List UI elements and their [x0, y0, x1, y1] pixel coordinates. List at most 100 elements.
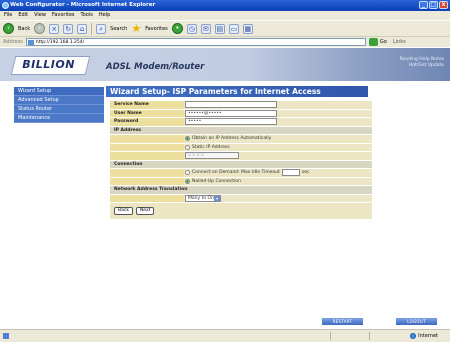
stop-icon[interactable]: × [49, 23, 60, 34]
back-label[interactable]: Back [18, 26, 30, 32]
main-content: Wizard Setup- ISP Parameters for Interne… [106, 86, 436, 219]
logout-button[interactable]: LOGOUT [396, 318, 437, 325]
sidebar-item-advanced-setup[interactable]: Advanced Setup [14, 96, 104, 105]
connect-on-demand-row: Connect on Demand: Max Idle Timeout sec [110, 169, 372, 178]
service-name-label: Service Name [110, 101, 184, 109]
nat-select-value: Many to One [188, 195, 217, 201]
connect-on-demand-cell: Connect on Demand: Max Idle Timeout sec [184, 169, 372, 177]
ip-static-label: Static IP Address [192, 144, 230, 150]
wizard-buttons: Back Next [110, 203, 372, 219]
globe-icon [410, 333, 417, 339]
connect-on-demand-radio[interactable] [185, 170, 190, 176]
minimize-button[interactable]: _ [419, 1, 428, 9]
menu-file[interactable]: File [4, 11, 12, 20]
ip-auto-cell: Obtain an IP Address Automatically [184, 135, 372, 143]
menu-edit[interactable]: Edit [18, 11, 28, 20]
menu-favorites[interactable]: Favorites [52, 11, 75, 20]
password-cell: ••••• [184, 118, 372, 126]
next-button[interactable]: Next [135, 207, 155, 215]
browser-window: Web Configurator - Microsoft Internet Ex… [0, 0, 450, 342]
ip-auto-label-cell [110, 135, 184, 143]
service-name-input[interactable] [185, 101, 277, 109]
zone-label: Internet [418, 333, 438, 339]
ip-static-label-cell [110, 143, 184, 151]
refresh-icon[interactable]: ↻ [63, 23, 74, 34]
address-bar: Address http://192.168.1.254/ Go Links [0, 36, 450, 47]
ip-auto-row: Obtain an IP Address Automatically [110, 135, 372, 144]
toolbar-divider [91, 22, 93, 35]
connect-on-demand-label-cell [110, 169, 184, 177]
chevron-down-icon[interactable]: ▾ [214, 195, 220, 201]
back-arrow-icon[interactable]: ‹ [3, 23, 14, 34]
title-bar: Web Configurator - Microsoft Internet Ex… [0, 0, 450, 11]
address-input[interactable]: http://192.168.1.254/ [25, 38, 366, 46]
print-icon[interactable]: ▤ [214, 23, 225, 34]
favorites-star-icon[interactable]: ★ [131, 23, 141, 34]
go-arrow-icon[interactable] [368, 38, 378, 46]
user-name-cell: ••••••@••••• [184, 109, 372, 118]
page-done-icon [3, 333, 9, 339]
page-heading: ADSL Modem/Router [106, 62, 205, 72]
sidebar-item-wizard-setup[interactable]: Wizard Setup [14, 87, 104, 96]
password-input[interactable]: ••••• [185, 118, 277, 126]
timeout-unit: sec [301, 170, 310, 176]
page-header: BILLION ADSL Modem/Router Reading Help N… [0, 48, 450, 81]
nailed-up-label: Nailed-Up Connection [192, 178, 241, 184]
favorites-label[interactable]: Favorites [145, 26, 168, 32]
back-button[interactable]: Back [114, 207, 133, 215]
logo-text: BILLION [22, 58, 75, 71]
search-label[interactable]: Search [110, 26, 127, 32]
mail-icon[interactable]: ✉ [200, 23, 211, 34]
home-icon[interactable]: ⌂ [77, 23, 88, 34]
connection-section-header: Connection [110, 160, 372, 169]
user-name-label: User Name [110, 109, 184, 117]
ip-auto-radio[interactable] [185, 136, 190, 142]
menu-view[interactable]: View [34, 11, 46, 20]
isp-parameters-form: Service Name User Name ••••••@••••• Pass… [110, 101, 372, 219]
ip-static-value-row: 0.0.0.0 [110, 152, 372, 161]
nat-row: Many to One ▾ [110, 194, 372, 203]
service-name-row: Service Name [110, 101, 372, 110]
header-links: Reading Help Notes Hot/Get Update [400, 57, 444, 69]
header-link-update[interactable]: Hot/Get Update [400, 63, 444, 69]
password-label: Password [110, 118, 184, 126]
static-ip-input[interactable]: 0.0.0.0 [185, 152, 239, 160]
nat-section-header: Network Address Translation [110, 186, 372, 195]
user-name-row: User Name ••••••@••••• [110, 109, 372, 118]
nat-cell: Many to One ▾ [184, 194, 372, 203]
ip-auto-label: Obtain an IP Address Automatically [192, 136, 272, 142]
messenger-icon[interactable]: ▦ [242, 23, 253, 34]
ip-static-row: Static IP Address [110, 143, 372, 152]
go-button[interactable]: Go [380, 39, 387, 45]
maximize-button[interactable]: □ [429, 1, 438, 9]
window-controls: _ □ x [419, 1, 448, 9]
idle-timeout-input[interactable] [281, 169, 300, 177]
nailed-up-cell: Nailed-Up Connection [184, 178, 372, 186]
sidebar-item-status-router[interactable]: Status Router [14, 105, 104, 114]
menu-help[interactable]: Help [99, 11, 110, 20]
ip-static-radio[interactable] [185, 144, 190, 150]
forward-arrow-icon[interactable]: › [34, 23, 46, 34]
user-name-input[interactable]: ••••••@••••• [185, 109, 277, 117]
sidebar-item-maintenance[interactable]: Maintenance [14, 114, 104, 123]
page-icon [27, 40, 34, 45]
nat-label-cell [110, 194, 184, 202]
nailed-up-label-cell [110, 177, 184, 185]
page-title: Wizard Setup- ISP Parameters for Interne… [106, 86, 368, 97]
media-icon[interactable]: • [171, 23, 183, 34]
menu-tools[interactable]: Tools [81, 11, 93, 20]
nailed-up-radio[interactable] [185, 178, 190, 184]
close-button[interactable]: x [439, 1, 448, 9]
password-row: Password ••••• [110, 118, 372, 127]
address-label: Address [3, 39, 23, 45]
address-value: http://192.168.1.254/ [35, 40, 85, 45]
ip-static-value-cell: 0.0.0.0 [184, 152, 372, 160]
security-zone: Internet [410, 330, 438, 342]
restart-button[interactable]: RESTART [322, 318, 363, 325]
links-button[interactable]: Links [393, 39, 406, 45]
nat-select[interactable]: Many to One ▾ [185, 194, 221, 202]
status-bar: Internet [0, 329, 450, 342]
search-icon[interactable]: ⌕ [96, 23, 107, 34]
folder-icon[interactable]: ▭ [228, 23, 239, 34]
history-icon[interactable]: ◷ [186, 23, 197, 34]
